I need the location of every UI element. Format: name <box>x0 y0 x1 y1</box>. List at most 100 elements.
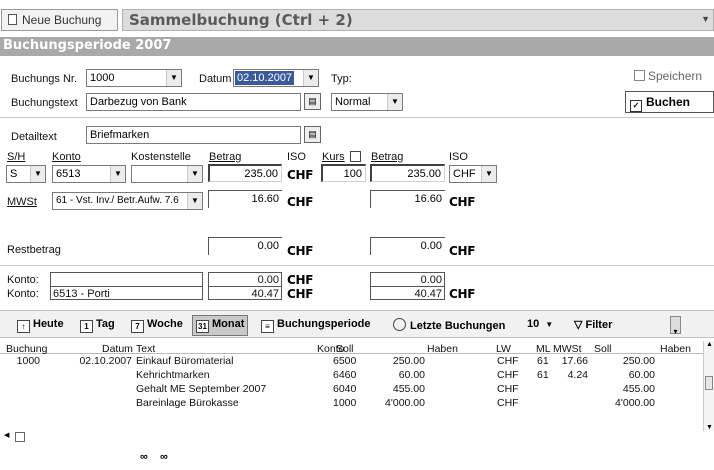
book-button[interactable]: ✓ Buchen <box>625 91 714 113</box>
col-soll2[interactable]: Soll <box>594 343 612 355</box>
date-label: Datum <box>199 73 232 85</box>
col-text[interactable]: Text <box>136 343 155 355</box>
konto2-label: Konto: <box>7 288 39 300</box>
sh-label: S/H <box>7 151 26 163</box>
konto1-amount: 0.00 <box>257 274 279 286</box>
letzte-buchungen-button[interactable]: Letzte Buchungen <box>393 318 505 332</box>
mwst-label: MWSt <box>7 196 37 208</box>
mwst-amount: 16.60 <box>208 190 282 208</box>
chevron-down-icon[interactable]: ▼ <box>187 166 202 182</box>
kurs-label: Kurs <box>322 151 345 163</box>
chevron-down-icon[interactable]: ▼ <box>166 70 181 86</box>
vertical-scrollbar[interactable]: ▲ ▼ <box>703 341 714 431</box>
title-bar: Sammelbuchung (Ctrl + 2) ▼ <box>122 9 714 31</box>
rest-currency: CHF <box>287 244 314 258</box>
rest-amount: 0.00 <box>208 237 282 255</box>
buchungsperiode-button[interactable]: ≡ Buchungsperiode <box>261 318 371 333</box>
iso-label: ISO <box>287 151 306 163</box>
betrag2-field[interactable]: 235.00 <box>370 164 445 182</box>
horizontal-scrollbar[interactable]: ◀ <box>4 431 29 443</box>
text-picker-icon[interactable]: ▤ <box>304 93 321 110</box>
save-button[interactable]: Speichern <box>634 69 714 87</box>
scroll-down-icon[interactable]: ▼ <box>706 424 713 431</box>
tag-button[interactable]: 1 Tag <box>80 318 115 333</box>
iso2-label: ISO <box>449 151 468 163</box>
calendar-today-icon: ↑ <box>17 320 30 333</box>
konto1-amount2: 0.00 <box>420 274 442 286</box>
col-buchung[interactable]: Buchung <box>6 343 47 355</box>
rest-currency2: CHF <box>449 244 476 258</box>
col-datum[interactable]: Datum <box>102 343 133 355</box>
table-row[interactable]: Gehalt ME September 2007 6040 455.00 CHF… <box>0 383 700 397</box>
col-mwst[interactable]: MWSt <box>553 343 582 355</box>
heute-button[interactable]: ↑ Heute <box>17 318 64 333</box>
count-dropdown[interactable]: 10 ▼ <box>527 318 553 330</box>
konto-amount-line <box>208 286 282 287</box>
konto-summary-line <box>50 286 203 287</box>
detail-text-field[interactable]: Briefmarken <box>86 126 301 144</box>
chevron-down-icon[interactable]: ▼ <box>387 94 402 110</box>
kostenstelle-select[interactable]: ▼ <box>131 165 203 183</box>
betrag-currency: CHF <box>287 168 314 182</box>
toolbar-overflow-icon[interactable]: ▾ <box>670 316 681 336</box>
col-ml[interactable]: ML <box>536 343 551 355</box>
chevron-down-icon[interactable]: ▼ <box>30 166 45 182</box>
scroll-thumb[interactable] <box>705 376 713 390</box>
type-label: Typ: <box>331 73 352 85</box>
rest-label: Restbetrag <box>7 244 61 256</box>
divider <box>0 265 714 266</box>
new-booking-button[interactable]: Neue Buchung <box>1 9 118 31</box>
konto-select[interactable]: 6513 ▼ <box>52 165 126 183</box>
col-lw[interactable]: LW <box>496 343 511 355</box>
iso2-select[interactable]: CHF ▼ <box>449 165 497 183</box>
binoculars-next-icon[interactable]: ∞ <box>160 451 168 463</box>
kurs-field[interactable]: 100 <box>321 164 366 182</box>
mwst-select[interactable]: 61 - Vst. Inv./ Betr.Aufw. 7.6 ▼ <box>52 192 203 210</box>
book-icon: ✓ <box>630 100 642 112</box>
booking-nr-field[interactable]: 1000 ▼ <box>86 69 182 87</box>
booking-nr-label: Buchungs Nr. <box>11 73 78 85</box>
calendar-month-icon: 31 <box>196 320 209 333</box>
filter-button[interactable]: ▽ Filter <box>574 318 612 331</box>
booking-text-field[interactable]: Darbezug von Bank <box>86 93 301 111</box>
betrag-field[interactable]: 235.00 <box>208 164 282 182</box>
detail-picker-icon[interactable]: ▤ <box>304 126 321 143</box>
table-row[interactable]: Kehrichtmarken 6460 60.00 CHF 61 4.24 60… <box>0 369 700 383</box>
monat-button[interactable]: 31 Monat <box>192 315 249 336</box>
calendar-week-icon: 7 <box>131 320 144 333</box>
calendar-dropdown-icon[interactable]: ▼ <box>303 70 318 86</box>
chevron-down-icon[interactable]: ▼ <box>187 193 202 209</box>
rest-amount2: 0.00 <box>370 237 445 255</box>
new-document-icon <box>8 14 17 25</box>
new-booking-label: Neue Buchung <box>22 13 102 27</box>
col-haben[interactable]: Haben <box>427 343 458 355</box>
table-row[interactable]: 1000 02.10.2007 Einkauf Büromaterial 650… <box>0 355 700 369</box>
table-row[interactable]: Bareinlage Bürokasse 1000 4'000.00 CHF 4… <box>0 397 700 411</box>
history-icon <box>393 318 406 331</box>
detail-text-label: Detailtext <box>11 131 57 143</box>
konto2-amount2: 40.47 <box>414 288 442 300</box>
konto-amount2-line <box>370 286 445 287</box>
betrag-label: Betrag <box>209 151 242 163</box>
binoculars-icon[interactable]: ∞ <box>140 451 148 463</box>
woche-button[interactable]: 7 Woche <box>131 318 183 333</box>
scroll-left-icon[interactable]: ◀ <box>4 431 9 439</box>
kostenstelle-label: Kostenstelle <box>131 151 191 163</box>
scroll-up-icon[interactable]: ▲ <box>706 341 713 348</box>
col-soll[interactable]: Soll <box>336 343 354 355</box>
title-dropdown-icon[interactable]: ▼ <box>701 14 710 24</box>
kurs-checkbox[interactable] <box>350 151 361 162</box>
sh-select[interactable]: S ▼ <box>6 165 46 183</box>
scroll-thumb-h[interactable] <box>15 432 25 442</box>
chevron-down-icon[interactable]: ▼ <box>481 166 496 182</box>
konto2-currency2: CHF <box>449 287 476 301</box>
period-label: Buchungsperiode 2007 <box>3 38 172 53</box>
konto2-amount: 40.47 <box>251 288 279 300</box>
date-field[interactable]: 02.10.2007 ▼ <box>233 69 319 87</box>
mwst-currency: CHF <box>287 195 314 209</box>
booking-text-label: Buchungstext <box>11 97 78 109</box>
chevron-down-icon[interactable]: ▼ <box>110 166 125 182</box>
type-select[interactable]: Normal ▼ <box>331 93 403 111</box>
col-haben2[interactable]: Haben <box>660 343 691 355</box>
konto2-value: 6513 - Porti <box>53 288 110 300</box>
